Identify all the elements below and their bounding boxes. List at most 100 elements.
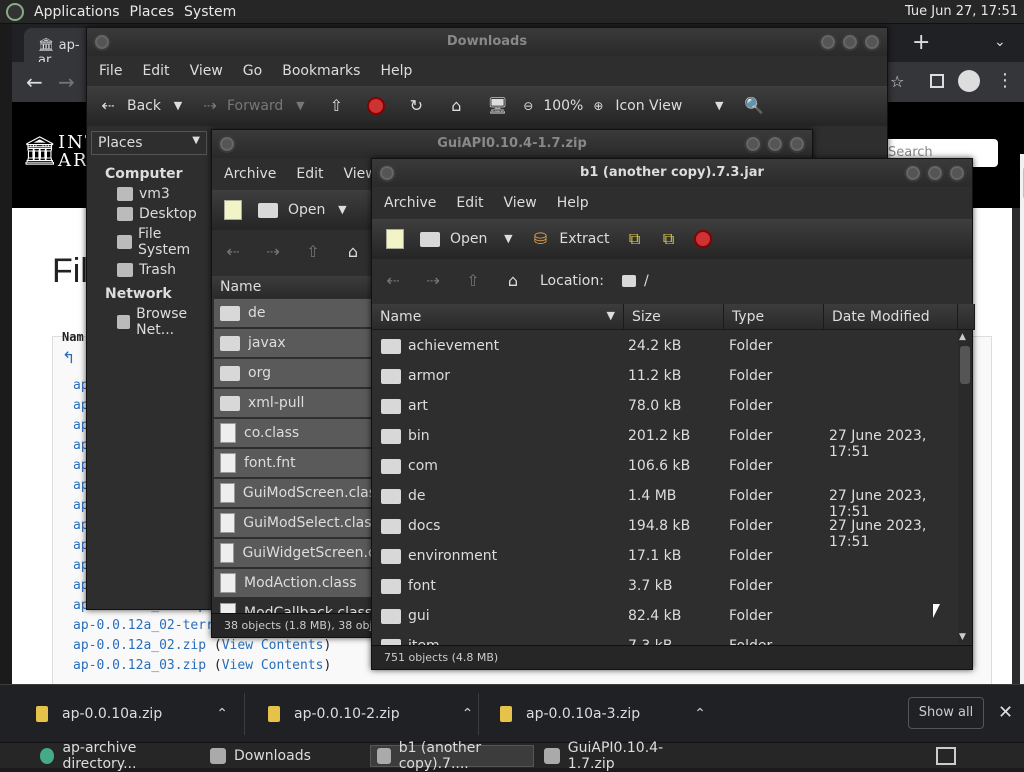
download-item-3[interactable]: ap-0.0.10a-3.zip ⌃: [500, 685, 706, 743]
new-archive-icon[interactable]: [386, 229, 404, 249]
parent-dir-arrow-icon[interactable]: ↰: [62, 348, 75, 367]
jar-file-row[interactable]: docs 194.8 kB Folder 27 June 2023, 17:51: [374, 511, 960, 550]
download-item-1[interactable]: ap-0.0.10a.zip ⌃: [36, 685, 228, 743]
extract-icon[interactable]: ⛁: [531, 230, 549, 248]
internet-archive-logo-icon[interactable]: 🏛: [22, 134, 58, 167]
menu-archive[interactable]: Archive: [224, 166, 276, 182]
menu-bookmarks[interactable]: Bookmarks: [282, 63, 360, 79]
guiapi-file-row[interactable]: GuiWidgetScreen.cla: [214, 539, 372, 567]
menu-go[interactable]: Go: [243, 63, 262, 79]
open-dropdown-icon[interactable]: ▼: [333, 201, 351, 219]
up-arrow-icon[interactable]: ⇧: [464, 272, 482, 290]
up-arrow-icon[interactable]: ⇧: [304, 243, 322, 261]
guiapi-file-row[interactable]: xml-pull: [214, 389, 372, 417]
add-files-icon[interactable]: ⧉: [626, 230, 644, 248]
jar-file-row[interactable]: achievement 24.2 kB Folder: [374, 331, 960, 361]
show-desktop-icon[interactable]: [936, 747, 956, 765]
column-date-modified[interactable]: Date Modified: [824, 304, 958, 330]
window-menu-icon[interactable]: [218, 135, 236, 153]
maximize-icon[interactable]: [766, 135, 784, 153]
scroll-up-icon[interactable]: ▲: [959, 332, 966, 342]
maximize-icon[interactable]: [841, 33, 859, 51]
menu-file[interactable]: File: [99, 63, 122, 79]
downloads-titlebar[interactable]: Downloads: [87, 28, 887, 56]
open-dropdown-icon[interactable]: ▼: [499, 230, 517, 248]
task-downloads[interactable]: Downloads: [204, 745, 364, 767]
stop-icon[interactable]: [367, 97, 386, 115]
column-name[interactable]: Name ▼: [372, 304, 624, 330]
minimize-icon[interactable]: [744, 135, 762, 153]
close-icon[interactable]: [788, 135, 806, 153]
menu-help[interactable]: Help: [380, 63, 412, 79]
clock[interactable]: Tue Jun 27, 17:51: [905, 4, 1018, 19]
places-dropdown-icon[interactable]: ▼: [192, 135, 200, 146]
bookmark-star-icon[interactable]: ☆: [890, 72, 904, 91]
guiapi-file-row[interactable]: ModAction.class: [214, 569, 372, 597]
jar-file-row[interactable]: item 7.3 kB Folder: [374, 631, 960, 645]
browser-forward-icon[interactable]: →: [58, 70, 75, 94]
guiapi-file-row[interactable]: co.class: [214, 419, 372, 447]
jar-file-row[interactable]: art 78.0 kB Folder: [374, 391, 960, 421]
name-column-header[interactable]: Nam: [62, 330, 84, 344]
jar-file-row[interactable]: environment 17.1 kB Folder: [374, 541, 960, 571]
places-item-browse-network[interactable]: Browse Net...: [117, 306, 213, 338]
zoom-in-icon[interactable]: ⊕: [589, 97, 607, 115]
menu-help[interactable]: Help: [557, 195, 589, 211]
menu-edit[interactable]: Edit: [456, 195, 483, 211]
browser-back-icon[interactable]: ←: [26, 70, 43, 94]
menu-archive[interactable]: Archive: [384, 195, 436, 211]
maximize-icon[interactable]: [926, 164, 944, 182]
menu-view[interactable]: View: [190, 63, 223, 79]
new-tab-icon[interactable]: +: [912, 30, 930, 55]
open-button[interactable]: Open: [288, 202, 325, 218]
guiapi-file-row[interactable]: org: [214, 359, 372, 387]
directory-line[interactable]: ap-0.0.12a_02.zip (View Contents): [73, 638, 331, 653]
forward-arrow-icon[interactable]: ⇢: [424, 272, 442, 290]
places-item-vm3[interactable]: vm3: [117, 186, 213, 202]
back-button[interactable]: Back: [127, 98, 161, 114]
view-mode-dropdown-icon[interactable]: ▼: [710, 97, 728, 115]
view-contents-link[interactable]: View Contents: [222, 658, 324, 673]
computer-icon[interactable]: 🖥: [487, 97, 507, 115]
directory-line[interactable]: ap-0.0.12a_03.zip (View Contents): [73, 658, 331, 673]
home-folder-icon[interactable]: ⌂: [447, 97, 465, 115]
home-icon[interactable]: ⌂: [344, 243, 362, 261]
zoom-out-icon[interactable]: ⊖: [519, 97, 537, 115]
tab-list-chevron-icon[interactable]: ⌄: [994, 34, 1006, 50]
minimize-icon[interactable]: [819, 33, 837, 51]
directory-file-link[interactable]: ap-0.0.12a_02-terra: [73, 618, 222, 633]
places-item-file-system[interactable]: File System: [117, 226, 213, 258]
guiapi-file-row[interactable]: javax: [214, 329, 372, 357]
forward-arrow-icon[interactable]: ⇢: [264, 243, 282, 261]
window-menu-icon[interactable]: [93, 33, 111, 51]
window-menu-icon[interactable]: [378, 164, 396, 182]
menu-edit[interactable]: Edit: [296, 166, 323, 182]
close-icon[interactable]: [948, 164, 966, 182]
extract-button[interactable]: Extract: [559, 231, 609, 247]
chevron-up-icon[interactable]: ⌃: [694, 706, 706, 722]
back-dropdown-icon[interactable]: ▼: [169, 97, 187, 115]
sidebar-toggle-icon[interactable]: [930, 74, 944, 88]
jar-file-row[interactable]: armor 11.2 kB Folder: [374, 361, 960, 391]
menu-view[interactable]: View: [504, 195, 537, 211]
profile-avatar-icon[interactable]: [958, 70, 980, 92]
column-size[interactable]: Size: [624, 304, 724, 330]
close-icon[interactable]: [863, 33, 881, 51]
guiapi-file-row[interactable]: GuiModScreen.class: [214, 479, 372, 507]
places-item-trash[interactable]: Trash: [117, 262, 213, 278]
menu-places[interactable]: Places: [130, 4, 175, 20]
search-icon[interactable]: 🔍: [744, 97, 764, 115]
jar-scrollbar[interactable]: ▲ ▼: [958, 330, 972, 644]
guiapi-name-column-header[interactable]: Name: [212, 276, 372, 298]
back-arrow-icon[interactable]: ⇠: [224, 243, 242, 261]
jar-file-row[interactable]: font 3.7 kB Folder: [374, 571, 960, 601]
column-type[interactable]: Type: [724, 304, 824, 330]
chevron-up-icon[interactable]: ⌃: [216, 706, 228, 722]
jar-file-row[interactable]: de 1.4 MB Folder 27 June 2023, 17:51: [374, 481, 960, 520]
open-folder-icon[interactable]: [420, 231, 440, 247]
task-browser[interactable]: ap-archive directory...: [34, 740, 200, 772]
minimize-icon[interactable]: [904, 164, 922, 182]
chevron-up-icon[interactable]: ⌃: [462, 706, 474, 722]
forward-arrow-icon[interactable]: ⇢: [201, 97, 219, 115]
location-path[interactable]: /: [644, 273, 649, 289]
